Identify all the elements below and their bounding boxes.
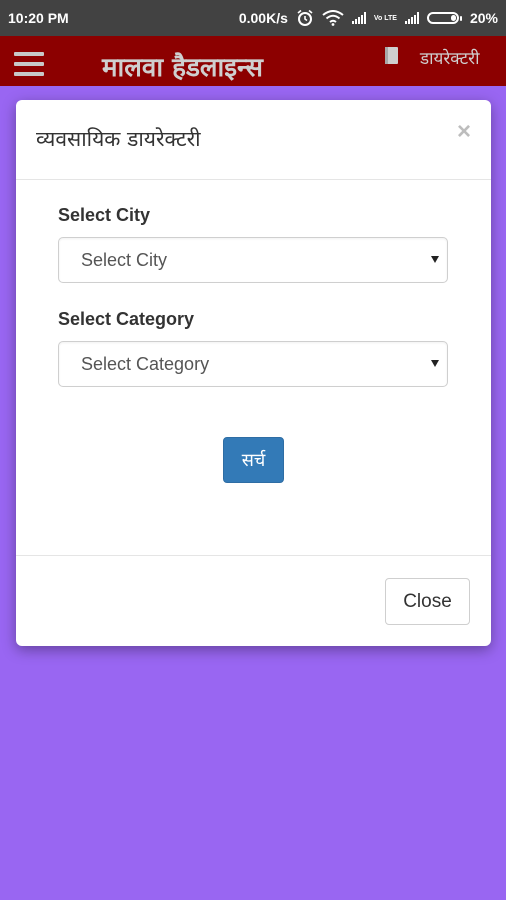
battery-percent: 20% xyxy=(469,10,498,26)
category-label: Select Category xyxy=(58,309,195,329)
directory-link[interactable]: डायरेक्टरी xyxy=(420,46,480,69)
close-button[interactable]: Close xyxy=(385,578,470,625)
category-select[interactable]: Select Category xyxy=(58,341,448,387)
signal-icon xyxy=(351,12,366,24)
modal-header: व्यवसायिक डायरेक्टरी × xyxy=(16,100,491,180)
battery-icon xyxy=(426,12,462,24)
network-speed: 0.00K/s xyxy=(238,10,288,26)
search-button[interactable]: सर्च xyxy=(223,437,284,483)
volte-badge: Vo LTE xyxy=(373,14,397,22)
alarm-icon xyxy=(297,9,313,26)
modal-body: Select City Select City Select Category … xyxy=(16,180,491,556)
modal-title: व्यवसायिक डायरेक्टरी xyxy=(36,127,201,151)
city-select-value: Select City xyxy=(81,249,168,270)
chevron-down-icon xyxy=(431,256,439,263)
modal-footer: Close xyxy=(16,556,491,646)
app-title: मालवा हैडलाइन्स xyxy=(102,53,263,83)
status-bar: 10:20 PM 0.00K/s Vo LTE 20% xyxy=(0,0,506,36)
chevron-down-icon xyxy=(431,360,439,367)
wifi-icon xyxy=(322,10,344,26)
book-icon[interactable] xyxy=(383,46,399,66)
signal-icon-2 xyxy=(404,12,419,24)
app-bar: मालवा हैडलाइन्स डायरेक्टरी xyxy=(0,36,506,86)
category-select-value: Select Category xyxy=(81,353,210,374)
city-select[interactable]: Select City xyxy=(58,237,448,283)
close-x-icon[interactable]: × xyxy=(457,118,471,146)
hamburger-icon[interactable] xyxy=(14,52,44,76)
status-icons: 0.00K/s Vo LTE 20% xyxy=(239,9,498,27)
directory-modal: व्यवसायिक डायरेक्टरी × Select City Selec… xyxy=(16,100,491,646)
status-time: 10:20 PM xyxy=(8,10,69,26)
city-label: Select City xyxy=(58,205,151,225)
